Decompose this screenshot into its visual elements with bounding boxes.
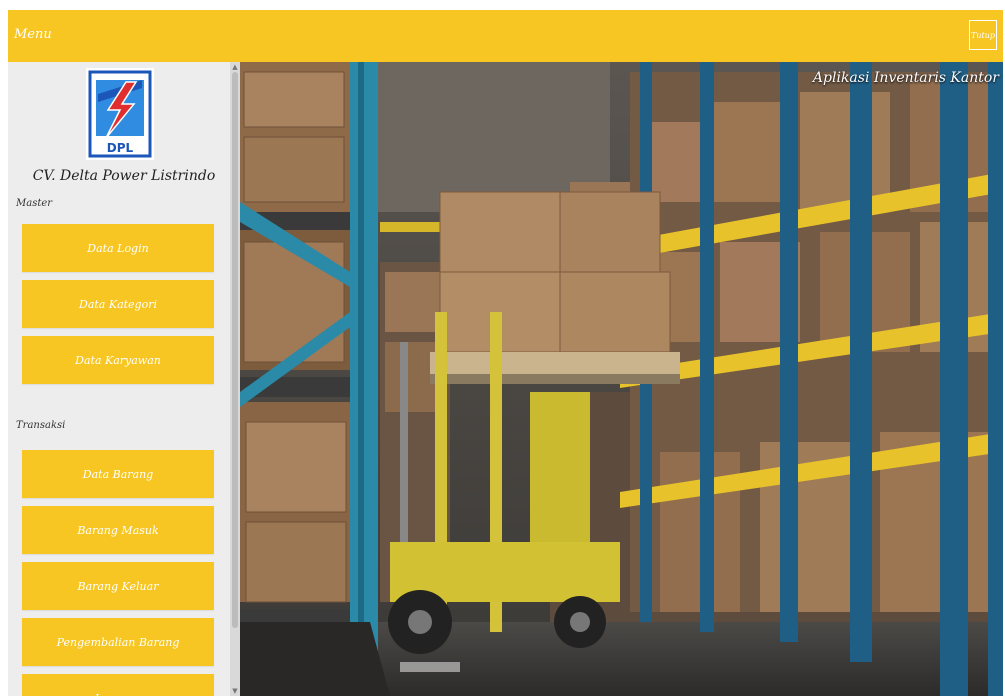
company-name: CV. Delta Power Listrindo <box>32 168 216 184</box>
nav-barang-masuk-button[interactable]: Barang Masuk <box>22 506 214 554</box>
triangle-up-icon[interactable]: ▲ <box>230 62 240 72</box>
nav-pengembalian-barang-button[interactable]: Pengembalian Barang <box>22 618 214 666</box>
warehouse-hero-image: Aplikasi Inventaris Kantor <box>240 62 1003 696</box>
section-label-transaksi: Transaksi <box>16 420 66 431</box>
triangle-down-icon[interactable]: ▼ <box>230 686 240 696</box>
app-window: Menu Tutup DPL CV. Delta Power Listrindo… <box>8 10 1003 696</box>
section-label-master: Master <box>16 198 53 209</box>
menu-label[interactable]: Menu <box>14 27 52 42</box>
sidebar-scroll-thumb[interactable] <box>232 72 238 628</box>
sidebar: DPL CV. Delta Power Listrindo Master Dat… <box>8 62 240 696</box>
top-bar: Menu Tutup <box>8 10 1003 62</box>
nav-laporan-button[interactable]: Laporan <box>22 674 214 696</box>
logo-text: DPL <box>107 141 134 155</box>
nav-data-login-button[interactable]: Data Login <box>22 224 214 272</box>
app-title: Aplikasi Inventaris Kantor <box>812 70 999 86</box>
close-button[interactable]: Tutup <box>969 20 997 50</box>
nav-barang-keluar-button[interactable]: Barang Keluar <box>22 562 214 610</box>
warehouse-illustration <box>240 62 1003 696</box>
bolt-logo-icon: DPL <box>86 68 154 160</box>
nav-data-karyawan-button[interactable]: Data Karyawan <box>22 336 214 384</box>
nav-data-barang-button[interactable]: Data Barang <box>22 450 214 498</box>
nav-data-kategori-button[interactable]: Data Kategori <box>22 280 214 328</box>
left-rack <box>240 62 355 696</box>
